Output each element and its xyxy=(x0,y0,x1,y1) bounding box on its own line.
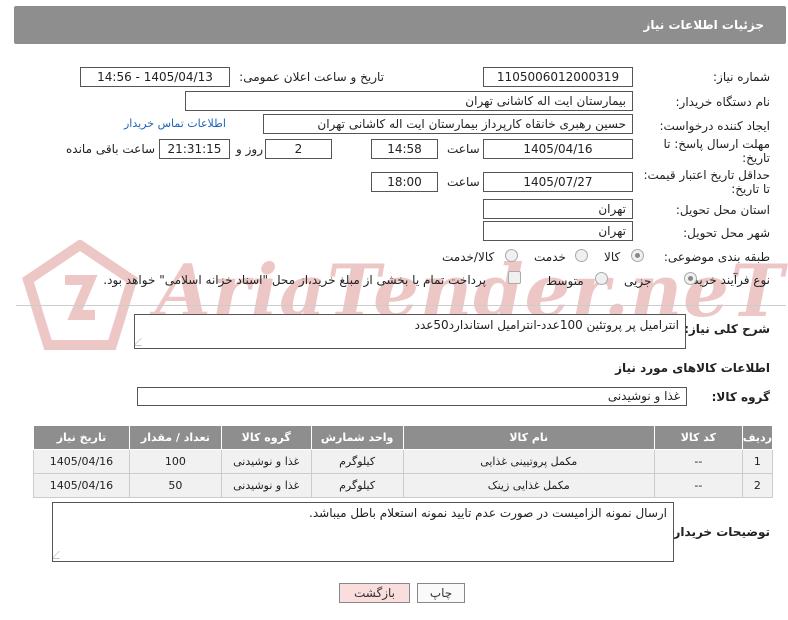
col-name: نام کالا xyxy=(402,425,655,450)
cell-date: 1405/04/16 xyxy=(33,449,130,474)
category-radio-service[interactable] xyxy=(575,249,588,262)
col-group: گروه کالا xyxy=(220,425,312,450)
cell-quantity: 100 xyxy=(128,449,222,474)
resize-grip-icon xyxy=(53,551,67,559)
announce-field: 1405/04/13 - 14:56 xyxy=(80,67,230,87)
cell-group: غذا و نوشیدنی xyxy=(220,449,312,474)
category-radio-both[interactable] xyxy=(505,249,518,262)
col-date: تاریخ نیاز xyxy=(33,425,130,450)
table-row: 1 -- مکمل پروتیینی غذایی کیلوگرم غذا و ن… xyxy=(33,449,774,474)
page-header: جزئیات اطلاعات نیاز xyxy=(14,6,786,44)
category-radio-goods[interactable] xyxy=(631,249,644,262)
col-row: ردیف xyxy=(741,425,774,450)
category-label: طبقه بندی موضوعی: xyxy=(663,250,770,264)
reply-time-label: ساعت xyxy=(447,142,480,156)
category-option-service: خدمت xyxy=(534,250,566,264)
remaining-label: ساعت باقی مانده xyxy=(66,142,156,156)
need-number-field: 1105006012000319 xyxy=(483,67,633,87)
remaining-time-field: 21:31:15 xyxy=(159,139,230,159)
cell-date: 1405/04/16 xyxy=(33,473,130,498)
table-row: 2 -- مکمل غذایی زینک کیلوگرم غذا و نوشید… xyxy=(33,473,774,498)
description-text: انترامیل پر پروتئین 100عدد-انترامیل استا… xyxy=(414,318,679,332)
back-button[interactable]: بازگشت xyxy=(339,583,410,603)
province-field: تهران xyxy=(483,199,633,219)
creator-label: ایجاد کننده درخواست: xyxy=(659,119,770,133)
resize-grip-icon xyxy=(135,338,149,346)
cell-name: مکمل پروتیینی غذایی xyxy=(402,449,655,474)
price-validity-label-2: تا تاریخ: xyxy=(731,182,770,196)
purchase-option-medium: متوسط xyxy=(546,274,584,288)
validity-time-field: 18:00 xyxy=(371,172,438,192)
city-label: شهر محل تحویل: xyxy=(683,226,770,240)
days-field: 2 xyxy=(265,139,332,159)
cell-unit: کیلوگرم xyxy=(310,473,404,498)
cell-name: مکمل غذایی زینک xyxy=(402,473,655,498)
cell-code: -- xyxy=(653,449,743,474)
purchase-radio-minor[interactable] xyxy=(684,272,697,285)
need-number-label: شماره نیاز: xyxy=(713,70,770,84)
col-quantity: تعداد / مقدار xyxy=(128,425,222,450)
days-label: روز و xyxy=(236,142,263,156)
creator-field: حسین رهبری خانقاه کارپرداز بیمارستان ایت… xyxy=(263,114,633,134)
cell-row: 1 xyxy=(741,449,774,474)
purchase-radio-medium[interactable] xyxy=(595,272,608,285)
category-option-both: کالا/خدمت xyxy=(442,250,495,264)
goods-table: ردیف کد کالا نام کالا واحد شمارش گروه کا… xyxy=(33,425,774,498)
city-field: تهران xyxy=(483,221,633,241)
cell-code: -- xyxy=(653,473,743,498)
province-label: استان محل تحویل: xyxy=(675,203,770,217)
page-title: جزئیات اطلاعات نیاز xyxy=(643,18,764,32)
reply-time-field: 14:58 xyxy=(371,139,438,159)
print-button[interactable]: چاپ xyxy=(417,583,465,603)
buyer-notes-text: ارسال نمونه الزامیست در صورت عدم تایید ن… xyxy=(309,506,667,520)
cell-group: غذا و نوشیدنی xyxy=(220,473,312,498)
buyer-notes-label: توضیحات خریدار: xyxy=(668,525,770,539)
table-header-row: ردیف کد کالا نام کالا واحد شمارش گروه کا… xyxy=(33,425,774,450)
purchase-option-minor: جزیی xyxy=(624,274,652,288)
announce-label: تاریخ و ساعت اعلان عمومی: xyxy=(239,70,384,84)
reply-deadline-label: مهلت ارسال پاسخ: تا xyxy=(663,137,770,151)
treasury-payment-checkbox[interactable] xyxy=(508,271,521,284)
buyer-org-label: نام دستگاه خریدار: xyxy=(675,95,771,109)
section-divider xyxy=(16,305,786,306)
purchase-type-label: نوع فرآیند خرید : xyxy=(685,273,770,287)
need-details-page: AriaTender.neT جزئیات اطلاعات نیاز شماره… xyxy=(0,0,788,620)
goods-group-label: گروه کالا: xyxy=(711,390,770,404)
buyer-notes-textarea[interactable]: ارسال نمونه الزامیست در صورت عدم تایید ن… xyxy=(52,502,674,562)
description-label: شرح کلی نیاز: xyxy=(684,322,770,336)
cell-quantity: 50 xyxy=(128,473,222,498)
col-code: کد کالا xyxy=(653,425,743,450)
validity-time-label: ساعت xyxy=(447,175,480,189)
cell-unit: کیلوگرم xyxy=(310,449,404,474)
category-option-goods: کالا xyxy=(604,250,621,264)
validity-date-field: 1405/07/27 xyxy=(483,172,633,192)
treasury-payment-note: پرداخت تمام یا بخشی از مبلغ خرید،از محل … xyxy=(103,273,486,287)
goods-group-field: غذا و نوشیدنی xyxy=(137,387,687,406)
cell-row: 2 xyxy=(741,473,774,498)
col-unit: واحد شمارش xyxy=(310,425,404,450)
watermark-logo-icon xyxy=(22,240,138,350)
goods-section-title: اطلاعات کالاهای مورد نیاز xyxy=(615,361,770,375)
price-validity-label: حداقل تاریخ اعتبار قیمت: xyxy=(643,168,770,182)
buyer-org-field: بیمارستان ایت اله کاشانی تهران xyxy=(185,91,633,111)
reply-deadline-label-2: تاریخ: xyxy=(742,151,770,165)
buyer-contact-link[interactable]: اطلاعات تماس خریدار xyxy=(124,117,226,130)
description-textarea[interactable]: انترامیل پر پروتئین 100عدد-انترامیل استا… xyxy=(134,314,686,349)
reply-date-field: 1405/04/16 xyxy=(483,139,633,159)
